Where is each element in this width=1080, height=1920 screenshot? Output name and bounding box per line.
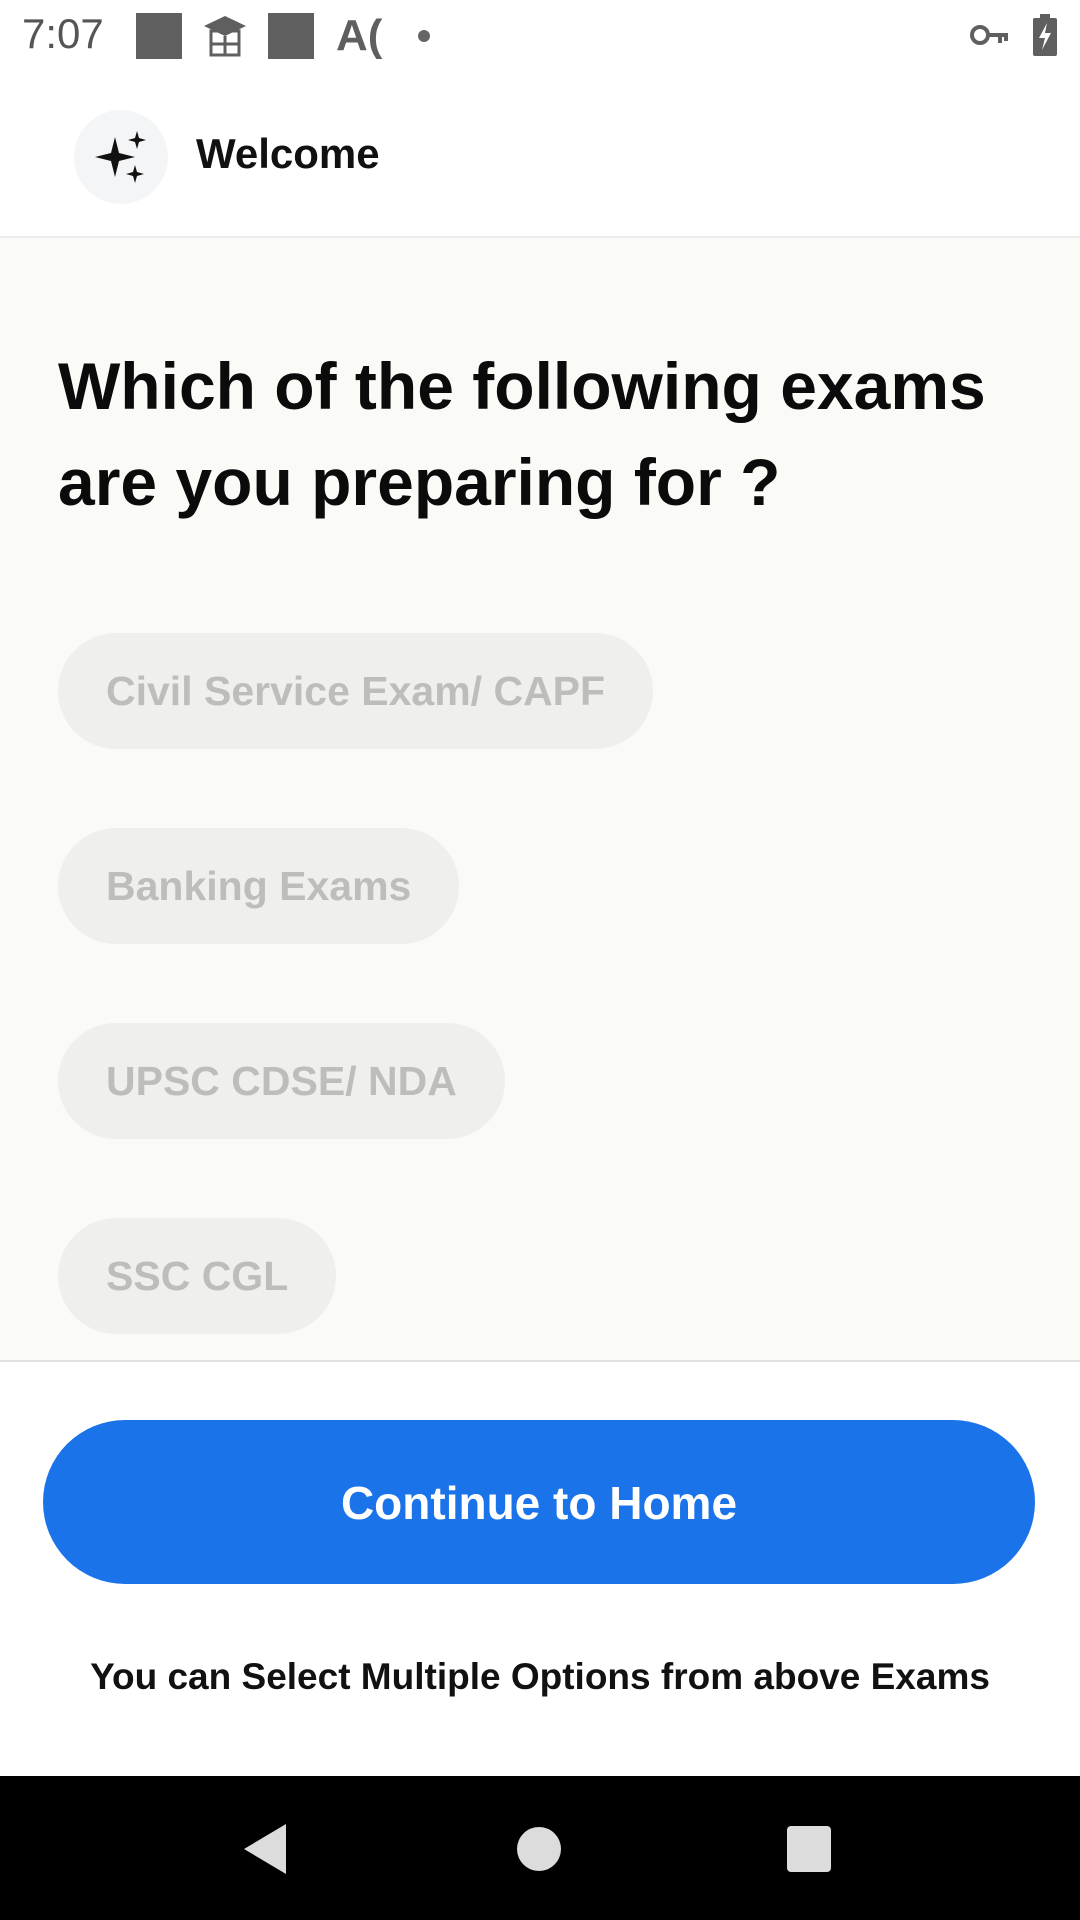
- option-banking-exams[interactable]: Banking Exams: [58, 828, 460, 944]
- graduation-cap-icon: [202, 14, 248, 63]
- battery-charging-icon: [1033, 14, 1057, 61]
- header-avatar: [74, 110, 168, 204]
- status-time: 7:07: [22, 10, 104, 57]
- vpn-key-icon: [970, 22, 1010, 53]
- navigation-bar: [0, 1776, 1080, 1920]
- status-bar: 7:07 A(: [0, 0, 1080, 72]
- question-line-2: are you preparing for ?: [58, 445, 781, 519]
- option-civil-service-exam[interactable]: Civil Service Exam/ CAPF: [58, 633, 654, 749]
- dot-icon: [418, 30, 430, 42]
- notification-square-icon: [268, 13, 314, 59]
- option-ssc-cgl[interactable]: SSC CGL: [58, 1218, 337, 1334]
- multi-select-hint: You can Select Multiple Options from abo…: [90, 1656, 990, 1697]
- exam-selection-content: Which of the following exams are you pre…: [0, 238, 1080, 1360]
- header-title: Welcome: [196, 130, 380, 177]
- divider: [0, 1360, 1080, 1362]
- option-upsc-cdse-nda[interactable]: UPSC CDSE/ NDA: [58, 1023, 505, 1139]
- header: Welcome: [0, 72, 1080, 238]
- screen: 7:07 A(Welcome Which of the following e…: [0, 0, 1080, 1920]
- home-icon[interactable]: [516, 1822, 562, 1881]
- back-icon[interactable]: [240, 1822, 290, 1881]
- ai-app-icon: A(: [336, 11, 383, 60]
- question-line-1: Which of the following exams: [58, 349, 986, 423]
- question-heading: Which of the following exams are you pre…: [58, 338, 1018, 530]
- recents-icon[interactable]: [785, 1822, 833, 1881]
- notification-square-icon: [136, 13, 182, 59]
- continue-to-home-button[interactable]: Continue to Home: [43, 1420, 1035, 1584]
